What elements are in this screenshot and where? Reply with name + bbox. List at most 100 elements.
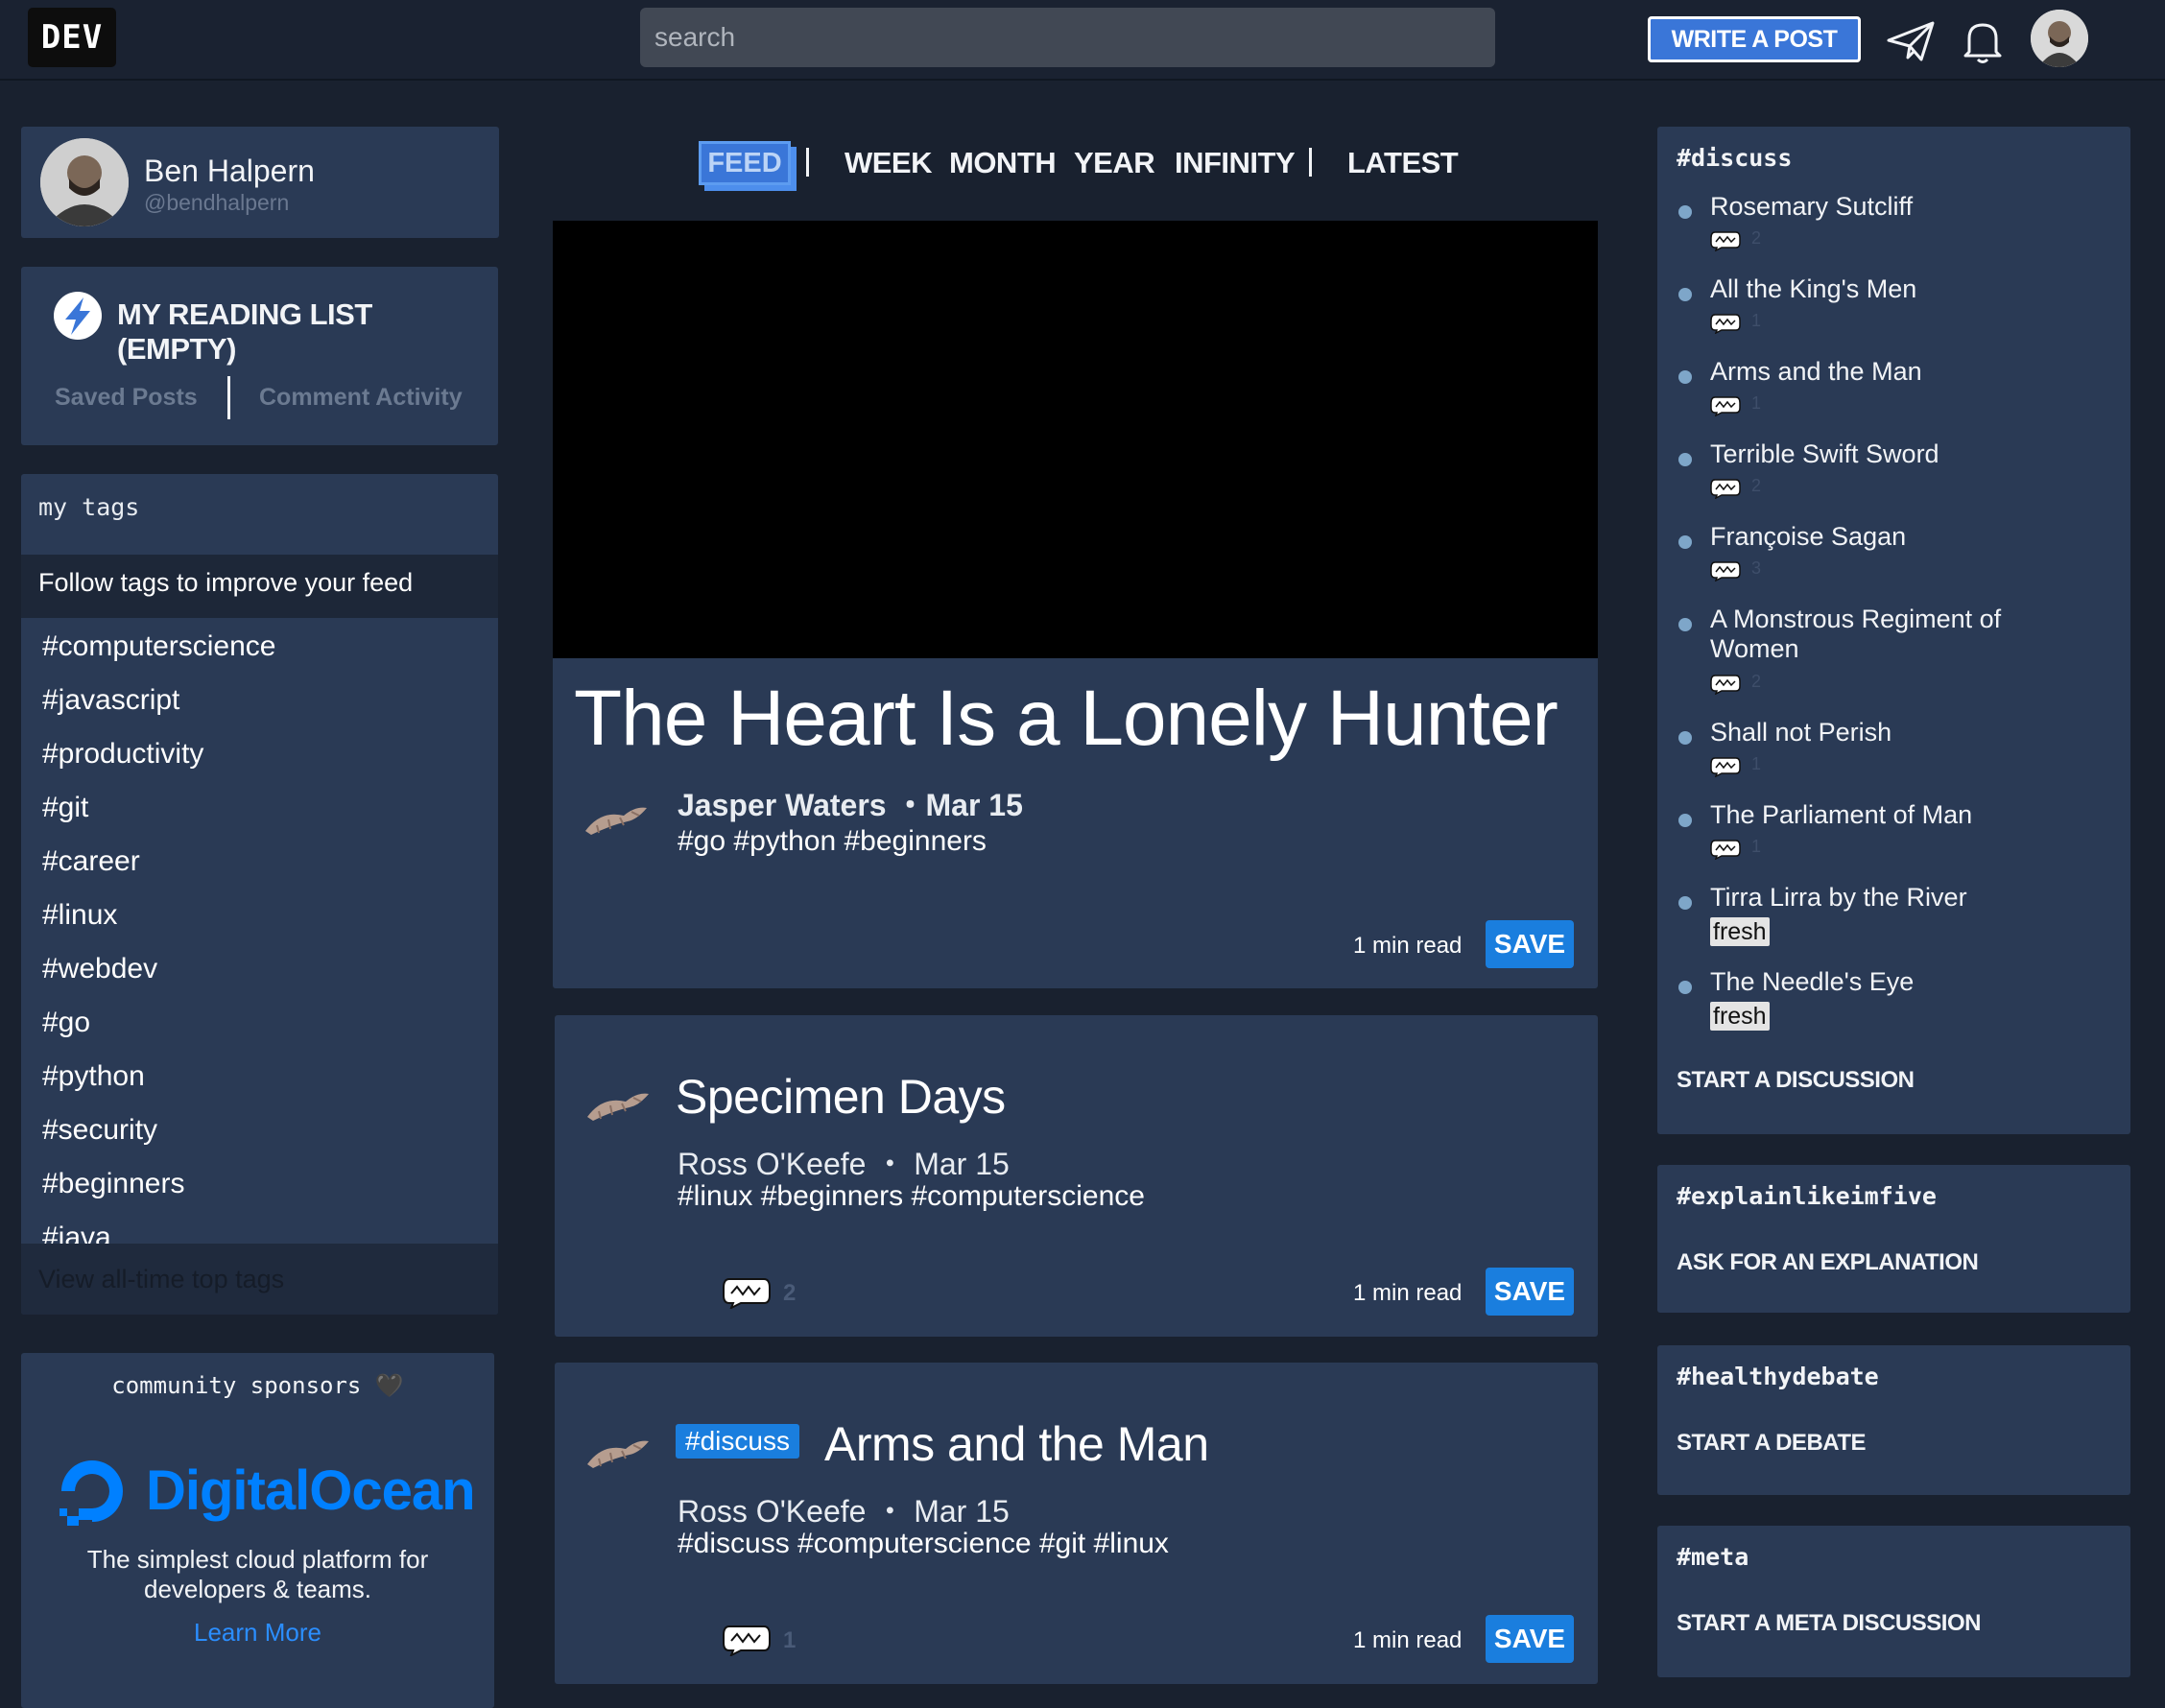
meta-card: #meta START A META DISCUSSION: [1657, 1526, 2130, 1677]
post-title[interactable]: The Heart Is a Lonely Hunter: [574, 674, 1558, 764]
post-title[interactable]: Arms and the Man: [824, 1416, 1209, 1472]
cover-image[interactable]: [553, 221, 1598, 658]
divider: [806, 148, 809, 177]
tab-saved-posts[interactable]: Saved Posts: [55, 384, 198, 412]
digitalocean-logo[interactable]: [54, 1453, 131, 1530]
filter-week[interactable]: WEEK: [845, 146, 933, 180]
tag-link[interactable]: #beginners: [42, 1165, 275, 1219]
tag-link[interactable]: #webdev: [42, 950, 275, 1004]
discussion-title[interactable]: Terrible Swift Sword: [1710, 439, 2094, 469]
profile-handle: @bendhalpern: [144, 190, 290, 215]
post-card[interactable]: #discuss Arms and the Man Ross O'Keefe ・…: [555, 1363, 1598, 1684]
post-card[interactable]: Specimen Days Ross O'Keefe ・ Mar 15 #lin…: [555, 1015, 1598, 1337]
debate-card: #healthydebate START A DEBATE: [1657, 1345, 2130, 1495]
bullet-dot: [1678, 288, 1692, 301]
save-button[interactable]: SAVE: [1486, 1268, 1574, 1316]
user-avatar[interactable]: [2031, 10, 2088, 67]
discussion-title[interactable]: A Monstrous Regiment of Women: [1710, 605, 2094, 664]
post-author-name[interactable]: Ross O'Keefe: [678, 1147, 866, 1181]
profile-card[interactable]: Ben Halpern @bendhalpern: [21, 127, 499, 238]
reading-list-card: MY READING LIST (EMPTY) Saved Posts Comm…: [21, 267, 498, 445]
post-tags[interactable]: #go #python #beginners: [678, 825, 987, 858]
discussion-title[interactable]: The Needle's Eye: [1710, 967, 2094, 997]
search-input[interactable]: [640, 8, 1495, 67]
bell-icon[interactable]: [1956, 17, 2010, 65]
debate-heading[interactable]: #healthydebate: [1677, 1363, 1879, 1390]
divider: [1309, 148, 1312, 177]
explain-heading[interactable]: #explainlikeimfive: [1677, 1182, 1937, 1210]
profile-avatar[interactable]: [40, 138, 129, 226]
follow-tags-prompt[interactable]: Follow tags to improve your feed: [21, 555, 498, 618]
paper-plane-icon[interactable]: [1885, 17, 1939, 65]
comment-count: 3: [1751, 558, 1762, 578]
view-all-tags-link[interactable]: View all-time top tags: [21, 1244, 498, 1315]
write-post-button[interactable]: WRITE A POST: [1648, 16, 1861, 62]
tag-link[interactable]: #productivity: [42, 735, 275, 789]
bullet-dot: [1678, 896, 1692, 910]
dev-logo[interactable]: DEV: [28, 8, 116, 67]
comment-bubble-icon[interactable]: [722, 1276, 772, 1309]
comment-count[interactable]: 2: [783, 1280, 796, 1307]
post-author-name[interactable]: Jasper Waters: [678, 788, 887, 822]
tab-comment-activity[interactable]: Comment Activity: [259, 384, 463, 412]
filter-feed[interactable]: FEED: [699, 141, 791, 185]
discussion-title[interactable]: Tirra Lirra by the River: [1710, 883, 2094, 913]
learn-more-link[interactable]: Learn More: [21, 1618, 494, 1648]
discussion-title[interactable]: All the King's Men: [1710, 274, 2094, 304]
filter-latest[interactable]: LATEST: [1347, 146, 1459, 180]
ask-explanation-link[interactable]: ASK FOR AN EXPLANATION: [1677, 1249, 1979, 1276]
featured-post-card[interactable]: The Heart Is a Lonely Hunter Jasper Wate…: [553, 221, 1598, 988]
heart-icon: 🖤: [374, 1372, 404, 1399]
tag-link[interactable]: #go: [42, 1004, 275, 1057]
tag-link[interactable]: #javascript: [42, 681, 275, 735]
discussion-title[interactable]: Shall not Perish: [1710, 718, 2094, 747]
post-author[interactable]: Jasper Waters ・Mar 15: [678, 781, 1023, 825]
post-tags[interactable]: #linux #beginners #computerscience: [678, 1180, 1145, 1213]
comment-count[interactable]: 1: [783, 1627, 796, 1654]
author-avatar[interactable]: [583, 1426, 653, 1474]
discussion-title[interactable]: Arms and the Man: [1710, 357, 2094, 387]
tag-link[interactable]: #career: [42, 842, 275, 896]
post-title[interactable]: Specimen Days: [676, 1069, 1006, 1125]
fresh-badge: fresh: [1710, 1002, 1770, 1031]
discuss-tag-pill[interactable]: #discuss: [676, 1424, 799, 1459]
filter-year[interactable]: YEAR: [1074, 146, 1155, 180]
bullet-dot: [1678, 453, 1692, 466]
tag-link[interactable]: #python: [42, 1057, 275, 1111]
post-author-name[interactable]: Ross O'Keefe: [678, 1494, 866, 1529]
discuss-heading[interactable]: #discuss: [1677, 144, 1792, 172]
tag-link[interactable]: #computerscience: [42, 628, 275, 681]
bullet-dot: [1678, 731, 1692, 745]
comment-bubble-icon: [1710, 757, 1741, 777]
post-date: Mar 15: [925, 788, 1023, 822]
discussion-title[interactable]: Françoise Sagan: [1710, 522, 2094, 552]
filter-infinity[interactable]: INFINITY: [1175, 146, 1296, 180]
tag-link[interactable]: #security: [42, 1111, 275, 1165]
start-meta-link[interactable]: START A META DISCUSSION: [1677, 1610, 1981, 1637]
post-tags[interactable]: #discuss #computerscience #git #linux: [678, 1528, 1169, 1560]
post-author[interactable]: Ross O'Keefe ・ Mar 15: [678, 1487, 1010, 1531]
reading-list-title[interactable]: MY READING LIST (EMPTY): [117, 297, 498, 367]
tag-link[interactable]: #git: [42, 789, 275, 842]
comment-count: 1: [1751, 754, 1762, 773]
bullet-dot: [1678, 981, 1692, 994]
author-avatar[interactable]: [583, 1079, 653, 1127]
filter-month[interactable]: MONTH: [949, 146, 1057, 180]
post-date: Mar 15: [914, 1494, 1010, 1529]
save-button[interactable]: SAVE: [1486, 1615, 1574, 1663]
start-discussion-link[interactable]: START A DISCUSSION: [1677, 1067, 1915, 1094]
sponsor-name[interactable]: DigitalOcean: [146, 1459, 476, 1523]
tag-link[interactable]: #linux: [42, 896, 275, 950]
profile-name[interactable]: Ben Halpern: [144, 154, 315, 189]
save-button[interactable]: SAVE: [1486, 920, 1574, 968]
discussion-title[interactable]: The Parliament of Man: [1710, 800, 2094, 830]
post-author[interactable]: Ross O'Keefe ・ Mar 15: [678, 1140, 1010, 1184]
author-avatar[interactable]: [582, 793, 651, 841]
comment-count: 2: [1751, 228, 1762, 248]
meta-heading[interactable]: #meta: [1677, 1543, 1749, 1571]
comment-bubble-icon[interactable]: [722, 1624, 772, 1656]
start-debate-link[interactable]: START A DEBATE: [1677, 1430, 1867, 1457]
discussion-title[interactable]: Rosemary Sutcliff: [1710, 192, 2094, 222]
bullet-dot: [1678, 205, 1692, 219]
read-time: 1 min read: [1353, 1627, 1463, 1653]
